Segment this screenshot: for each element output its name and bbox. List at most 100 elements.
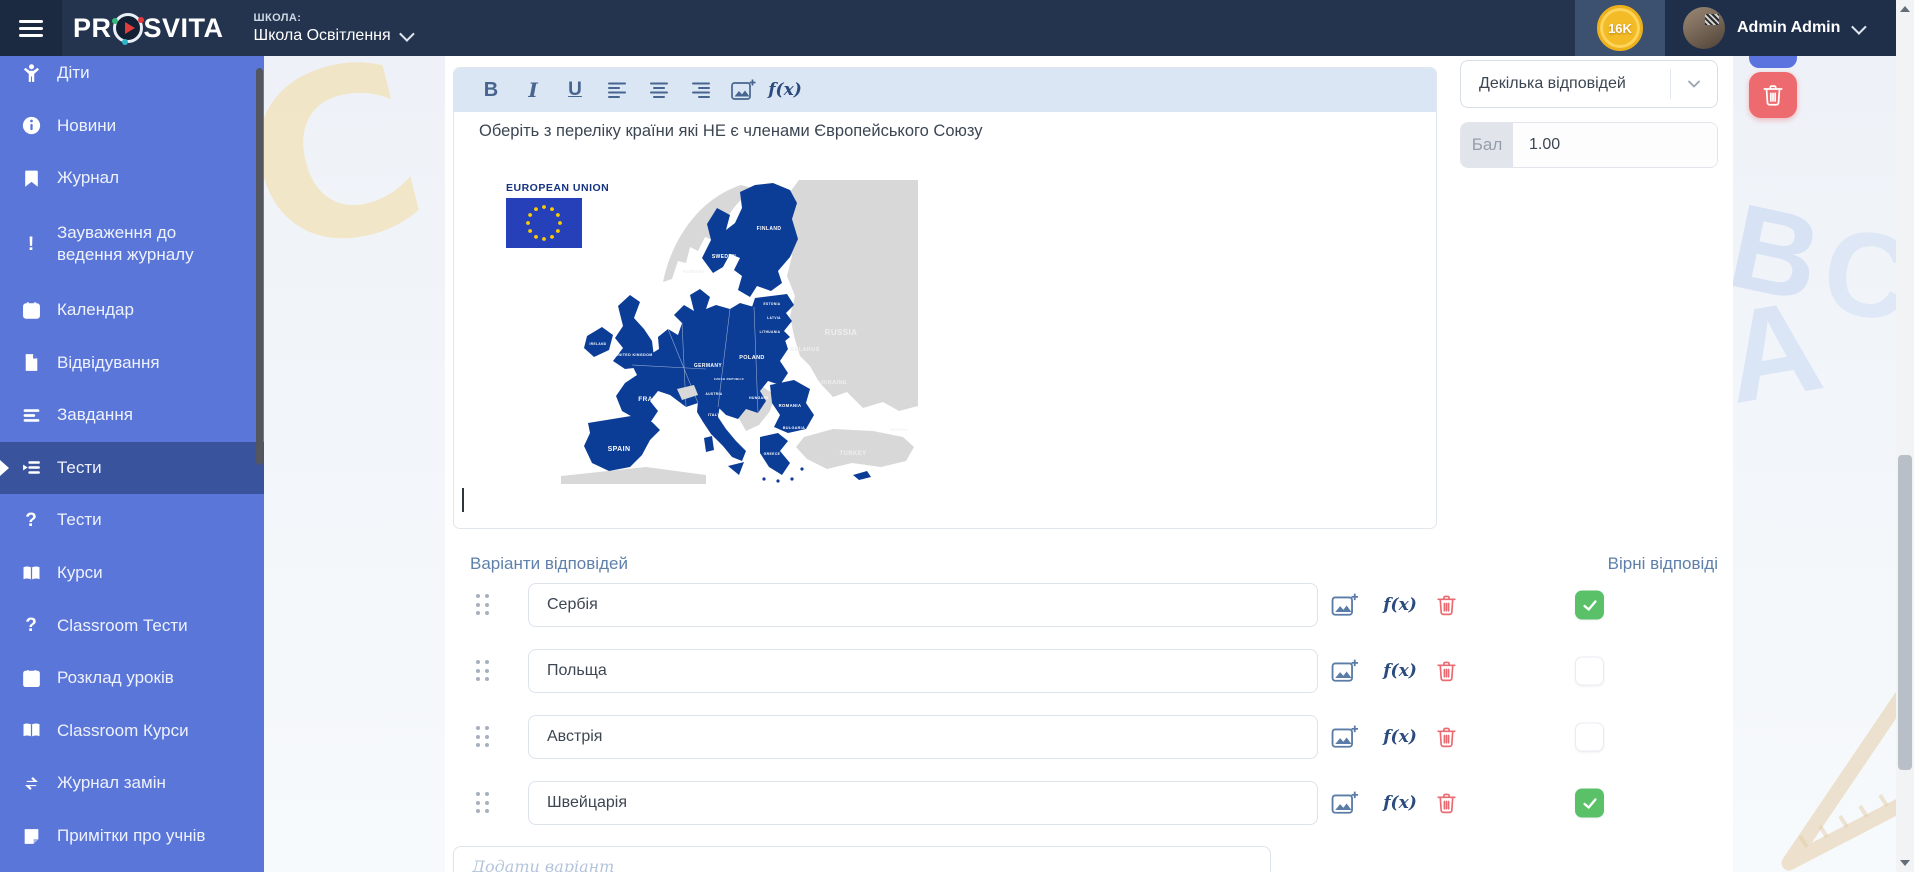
question-text: Оберіть з переліку країни які НЕ є члена… (479, 122, 983, 141)
bold-button[interactable]: B (474, 73, 508, 107)
question-type-value: Декілька відповідей (1479, 75, 1670, 93)
page-scrollbar[interactable] (1896, 0, 1914, 872)
underline-button[interactable]: U (558, 73, 592, 107)
question-editor[interactable]: B I U f(x) Оберіть з переліку країни які… (453, 67, 1437, 529)
map-africa (561, 467, 706, 484)
schedule-icon (19, 666, 43, 690)
svg-text:ITALY: ITALY (708, 413, 720, 417)
sidebar-item-novyny[interactable]: Новини (0, 100, 264, 153)
sidebar-item-dity[interactable]: Діти (0, 56, 264, 100)
sidebar-item-prymitky[interactable]: Примітки про учнів (0, 810, 264, 863)
align-right-button[interactable] (684, 73, 718, 107)
sidebar-item-zauvazhennia[interactable]: ! Зауваження до ведення журналу (0, 205, 264, 284)
svg-text:GEORGIA: GEORGIA (890, 428, 908, 432)
svg-text:ROMANIA: ROMANIA (779, 403, 802, 408)
drag-handle-icon[interactable] (476, 660, 490, 682)
svg-text:HUNGARY: HUNGARY (749, 396, 769, 400)
drag-handle-icon[interactable] (476, 792, 490, 814)
answer-delete-button[interactable] (1434, 659, 1459, 684)
sidebar-item-zhurnal-zamin[interactable]: Журнал замін (0, 757, 264, 810)
answer-row: f(x) (264, 649, 1914, 693)
logo-play-icon (113, 13, 143, 43)
coin-badge[interactable]: 16K (1597, 5, 1643, 51)
chevron-down-icon (399, 26, 415, 42)
drag-handle-icon[interactable] (476, 594, 490, 616)
background-letter-decoration: C (264, 56, 449, 309)
svg-text:UNITED KINGDOM: UNITED KINGDOM (615, 353, 652, 357)
answer-image-button[interactable] (1330, 790, 1360, 816)
hamburger-menu-button[interactable] (0, 0, 62, 56)
answers-section-title: Варіанти відповідей (470, 554, 628, 574)
note-icon (19, 824, 43, 848)
answer-formula-button[interactable]: f(x) (1378, 661, 1422, 681)
sidebar-item-kursy[interactable]: Курси (0, 547, 264, 600)
align-left-button[interactable] (600, 73, 634, 107)
correct-answer-checkbox[interactable] (1575, 789, 1604, 818)
answer-input[interactable] (528, 715, 1318, 759)
app-logo: PR SVITA (73, 13, 224, 44)
page-scrollbar-thumb[interactable] (1898, 455, 1912, 770)
score-input[interactable] (1513, 123, 1718, 167)
answer-input[interactable] (528, 781, 1318, 825)
sidebar-scrollbar-thumb[interactable] (256, 68, 263, 465)
add-variant-input[interactable] (453, 846, 1271, 872)
answer-input[interactable] (528, 649, 1318, 693)
italic-button[interactable]: I (516, 73, 550, 107)
svg-text:FRANCE: FRANCE (638, 396, 668, 403)
sidebar-item-kalendar[interactable]: Календар (0, 284, 264, 337)
sidebar-nav: Діти Новини Журнал ! Зауваження до веден… (0, 56, 264, 872)
eu-map-image: EUROPEAN UNION NORWAYSWEDENFINLANDRUSSIA… (501, 178, 918, 484)
sidebar-item-zhurnal[interactable]: Журнал (0, 152, 264, 205)
sidebar-item-vidviduvannia[interactable]: Відвідування (0, 336, 264, 389)
calendar-icon (19, 298, 43, 322)
map-turkey (796, 429, 914, 469)
user-menu[interactable]: Admin Admin (1665, 0, 1914, 56)
align-center-button[interactable] (642, 73, 676, 107)
sidebar-item-testy-selected[interactable]: Тести (0, 442, 264, 495)
tests-list-icon (19, 456, 43, 480)
answer-image-button[interactable] (1330, 592, 1360, 618)
answer-formula-button[interactable]: f(x) (1378, 727, 1422, 747)
svg-text:TURKEY: TURKEY (839, 451, 866, 457)
drag-handle-icon[interactable] (476, 726, 490, 748)
school-label: ШКОЛА: (254, 12, 411, 24)
attendance-page-icon (19, 351, 43, 375)
answer-formula-button[interactable]: f(x) (1378, 793, 1422, 813)
book-icon (19, 561, 43, 585)
correct-answer-checkbox[interactable] (1575, 657, 1604, 686)
trash-icon (1760, 82, 1786, 108)
question-type-select[interactable]: Декілька відповідей (1460, 60, 1718, 108)
sidebar-item-classroom-testy[interactable]: ? Classroom Тести (0, 599, 264, 652)
insert-image-button[interactable] (726, 73, 760, 107)
answer-image-button[interactable] (1330, 658, 1360, 684)
scroll-up-arrow[interactable] (1896, 0, 1914, 18)
svg-text:NORWAY: NORWAY (683, 269, 705, 274)
answer-delete-button[interactable] (1434, 791, 1459, 816)
answer-delete-button[interactable] (1434, 593, 1459, 618)
coin-value: 16K (1608, 21, 1632, 36)
assignments-icon (19, 403, 43, 427)
svg-text:LATVIA: LATVIA (767, 316, 781, 320)
correct-answer-checkbox[interactable] (1575, 591, 1604, 620)
scroll-down-arrow[interactable] (1896, 854, 1914, 872)
school-selector[interactable]: ШКОЛА: Школа Освітлення (254, 12, 411, 45)
add-question-button-partial[interactable] (1749, 56, 1797, 68)
svg-text:FINLAND: FINLAND (757, 226, 782, 232)
svg-text:SPAIN: SPAIN (608, 446, 631, 453)
chevron-down-icon (1671, 74, 1717, 94)
answer-formula-button[interactable]: f(x) (1378, 595, 1422, 615)
delete-question-button[interactable] (1749, 72, 1797, 118)
sidebar-item-testy[interactable]: ? Тести (0, 494, 264, 547)
sidebar-item-zavdannia[interactable]: Завдання (0, 389, 264, 442)
sidebar-item-classroom-kursy[interactable]: Classroom Курси (0, 705, 264, 758)
answer-image-button[interactable] (1330, 724, 1360, 750)
formula-button[interactable]: f(x) (768, 73, 802, 107)
bookmark-icon (19, 166, 43, 190)
svg-text:ESTONIA: ESTONIA (764, 302, 781, 306)
svg-text:SWEDEN: SWEDEN (712, 254, 736, 260)
answer-delete-button[interactable] (1434, 725, 1459, 750)
sidebar-item-rozklad[interactable]: Розклад уроків (0, 652, 264, 705)
answer-input[interactable] (528, 583, 1318, 627)
correct-answer-checkbox[interactable] (1575, 723, 1604, 752)
book-icon (19, 719, 43, 743)
